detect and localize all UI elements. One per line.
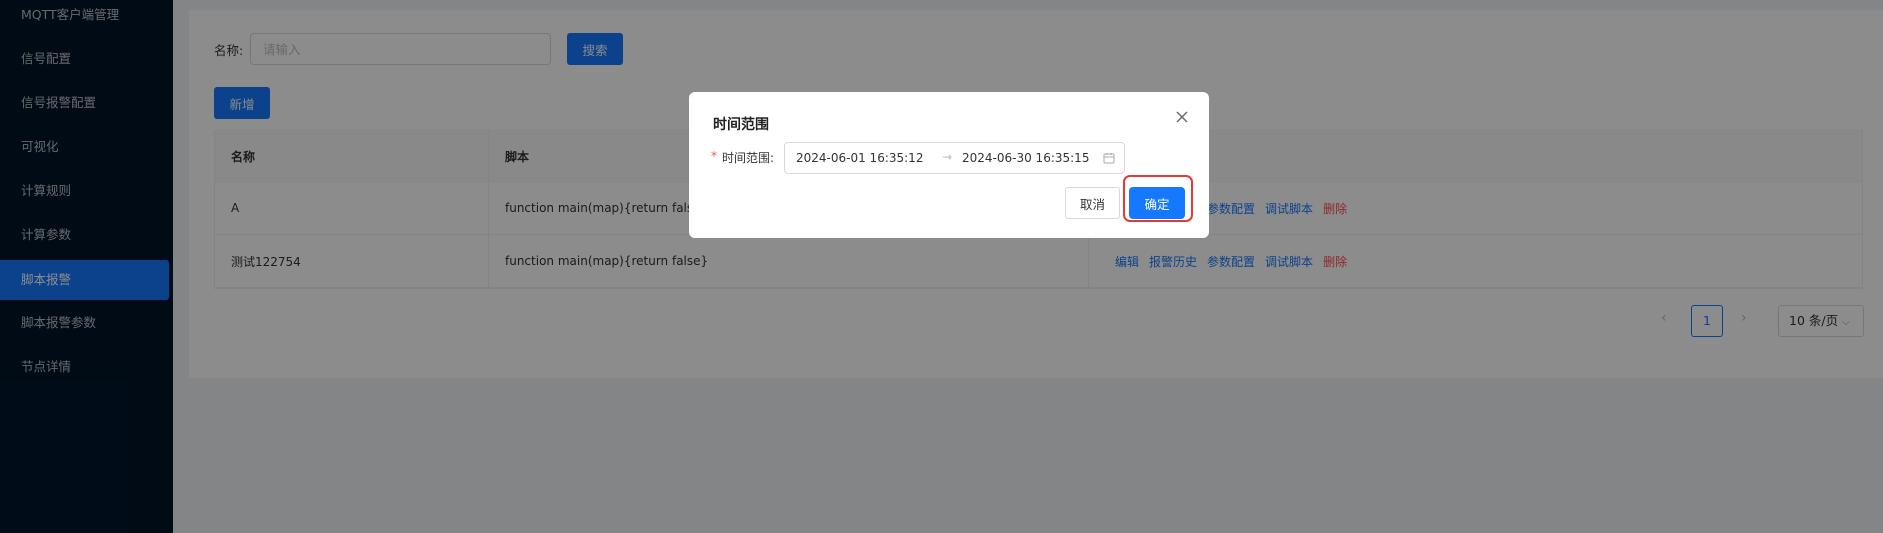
time-range-label: 时间范围: — [722, 151, 775, 165]
cancel-button[interactable]: 取消 — [1065, 187, 1120, 219]
range-separator-icon: → — [942, 150, 953, 164]
modal-title: 时间范围 — [713, 117, 769, 133]
range-end-input[interactable]: 2024-06-30 16:35:15 — [962, 151, 1089, 165]
calendar-icon — [1103, 153, 1115, 164]
range-start-input[interactable]: 2024-06-01 16:35:12 — [796, 151, 923, 165]
time-range-modal: 时间范围 * 时间范围: 2024-06-01 16:35:12 → 2024-… — [689, 92, 1209, 238]
required-mark: * — [711, 149, 717, 163]
confirm-highlight-box — [1123, 175, 1193, 222]
modal-mask[interactable] — [0, 0, 1883, 533]
date-range-picker[interactable]: 2024-06-01 16:35:12 → 2024-06-30 16:35:1… — [784, 142, 1125, 174]
close-icon[interactable] — [1173, 108, 1191, 126]
